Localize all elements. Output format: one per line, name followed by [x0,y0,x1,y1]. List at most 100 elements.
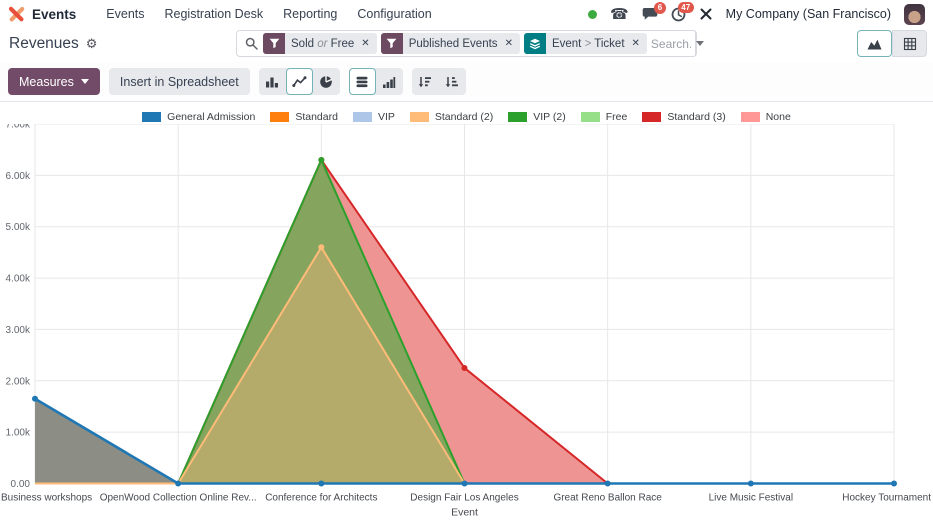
legend-item[interactable]: Standard (2) [410,111,493,123]
tools-icon[interactable] [699,7,713,21]
phone-icon[interactable]: ☎ [610,7,629,22]
svg-text:Event: Event [451,507,478,519]
facet-remove-icon[interactable]: ✕ [360,38,376,49]
legend-item[interactable]: None [741,111,791,123]
legend-item[interactable]: Free [581,111,628,123]
legend-item[interactable]: General Admission [142,111,255,123]
svg-text:0.00: 0.00 [11,479,31,490]
menu-item-events[interactable]: Events [96,2,154,26]
svg-text:7.00k: 7.00k [6,124,31,131]
search-facet-filter[interactable]: Published Events✕ [381,33,520,54]
chart-type-bar-button[interactable] [259,68,286,95]
chart-area: General Admission Standard VIP Standard (2)… [0,102,933,519]
top-menus: EventsRegistration DeskReportingConfigur… [96,2,441,26]
menu-item-registration-desk[interactable]: Registration Desk [155,2,274,26]
company-name[interactable]: My Company (San Francisco) [726,7,891,21]
view-switch-graph[interactable] [857,30,892,57]
view-switch-pivot[interactable] [892,30,927,57]
chart-options-group [349,68,403,95]
legend-label: Standard [295,111,338,123]
facet-label: Published Events [403,38,504,50]
insert-in-spreadsheet-button[interactable]: Insert in Spreadsheet [109,68,250,95]
messages-icon[interactable]: 6 [642,7,658,21]
chart-type-line-button[interactable] [286,68,313,95]
search-input[interactable] [651,37,691,51]
legend-swatch [410,112,429,122]
legend-label: VIP (2) [533,111,565,123]
chart-type-group [259,68,340,95]
gear-icon[interactable]: ⚙ [86,37,98,52]
legend-label: None [766,111,791,123]
app-name: Events [32,7,76,22]
activities-badge: 47 [678,2,694,14]
svg-text:OpenWood Collection Online Rev: OpenWood Collection Online Rev... [100,493,257,504]
search-facet-groupby[interactable]: Event > Ticket✕ [524,33,647,54]
svg-text:Great Reno Ballon Race: Great Reno Ballon Race [553,493,662,504]
svg-text:2.00k: 2.00k [6,376,31,387]
legend-label: Standard (3) [667,111,725,123]
control-panel: Revenues ⚙ Sold or Free✕Published Events… [0,28,933,62]
activities-icon[interactable]: 47 [671,7,686,22]
legend-swatch [142,112,161,122]
svg-text:3.00k: 3.00k [6,325,31,336]
legend-swatch [581,112,600,122]
systray: ☎ 6 47 My Company (San Francisco) [588,4,925,25]
legend-swatch [508,112,527,122]
svg-text:Conference for Architects: Conference for Architects [265,493,377,504]
legend-item[interactable]: VIP [353,111,395,123]
legend-swatch [353,112,372,122]
facet-label: Event > Ticket [546,38,631,50]
legend-label: VIP [378,111,395,123]
svg-text:Live Music Festival: Live Music Festival [709,493,793,504]
top-nav: Events EventsRegistration DeskReportingC… [0,0,933,28]
menu-item-configuration[interactable]: Configuration [347,2,441,26]
legend-item[interactable]: Standard [270,111,338,123]
legend-swatch [270,112,289,122]
legend-label: Free [606,111,628,123]
funnel-icon [263,33,285,54]
svg-text:Hockey Tournament: Hockey Tournament [842,493,931,504]
legend-label: Standard (2) [435,111,493,123]
legend-label: General Admission [167,111,255,123]
funnel-icon [381,33,403,54]
svg-text:4.00k: 4.00k [6,274,31,285]
page-title: Revenues ⚙ [9,35,97,53]
search-dropdown-toggle[interactable] [695,31,704,56]
search-facets: Sold or Free✕Published Events✕Event > Ti… [263,33,651,54]
menu-item-reporting[interactable]: Reporting [273,2,347,26]
chart-legend: General Admission Standard VIP Standard (2)… [0,102,933,124]
measures-button[interactable]: Measures [8,68,100,95]
chart-type-pie-button[interactable] [313,68,340,95]
messages-badge: 6 [654,2,665,14]
option-cumulative-button[interactable] [376,68,403,95]
legend-item[interactable]: VIP (2) [508,111,565,123]
facet-label: Sold or Free [285,38,360,50]
search-facet-filter[interactable]: Sold or Free✕ [263,33,377,54]
svg-text:Design Fair Los Angeles: Design Fair Los Angeles [410,493,518,504]
chevron-down-icon [81,79,89,84]
svg-text:1.00k: 1.00k [6,428,31,439]
legend-swatch [642,112,661,122]
layers-icon [524,33,546,54]
odoo-events-logo-icon[interactable] [8,6,25,23]
measures-label: Measures [19,75,74,89]
facet-remove-icon[interactable]: ✕ [631,38,647,49]
svg-text:6.00k: 6.00k [6,171,31,182]
user-avatar[interactable] [904,4,925,25]
legend-item[interactable]: Standard (3) [642,111,725,123]
sort-group [412,68,466,95]
page-title-text: Revenues [9,35,79,53]
view-switcher [857,30,927,57]
app-window: Events EventsRegistration DeskReportingC… [0,0,933,519]
search-icon [237,37,263,50]
svg-text:Business workshops: Business workshops [1,493,92,504]
sort-descending-button[interactable] [412,68,439,95]
option-stacked-button[interactable] [349,68,376,95]
facet-remove-icon[interactable]: ✕ [504,38,520,49]
sort-ascending-button[interactable] [439,68,466,95]
search-bar[interactable]: Sold or Free✕Published Events✕Event > Ti… [236,30,697,57]
graph-toolbar: Measures Insert in Spreadsheet [0,62,933,102]
svg-text:5.00k: 5.00k [6,222,31,233]
legend-swatch [741,112,760,122]
revenue-chart[interactable]: 0.00 1.00k 2.00k 3.00k 4.00k 5.00k 6.00k 7.00k B… [0,124,933,519]
